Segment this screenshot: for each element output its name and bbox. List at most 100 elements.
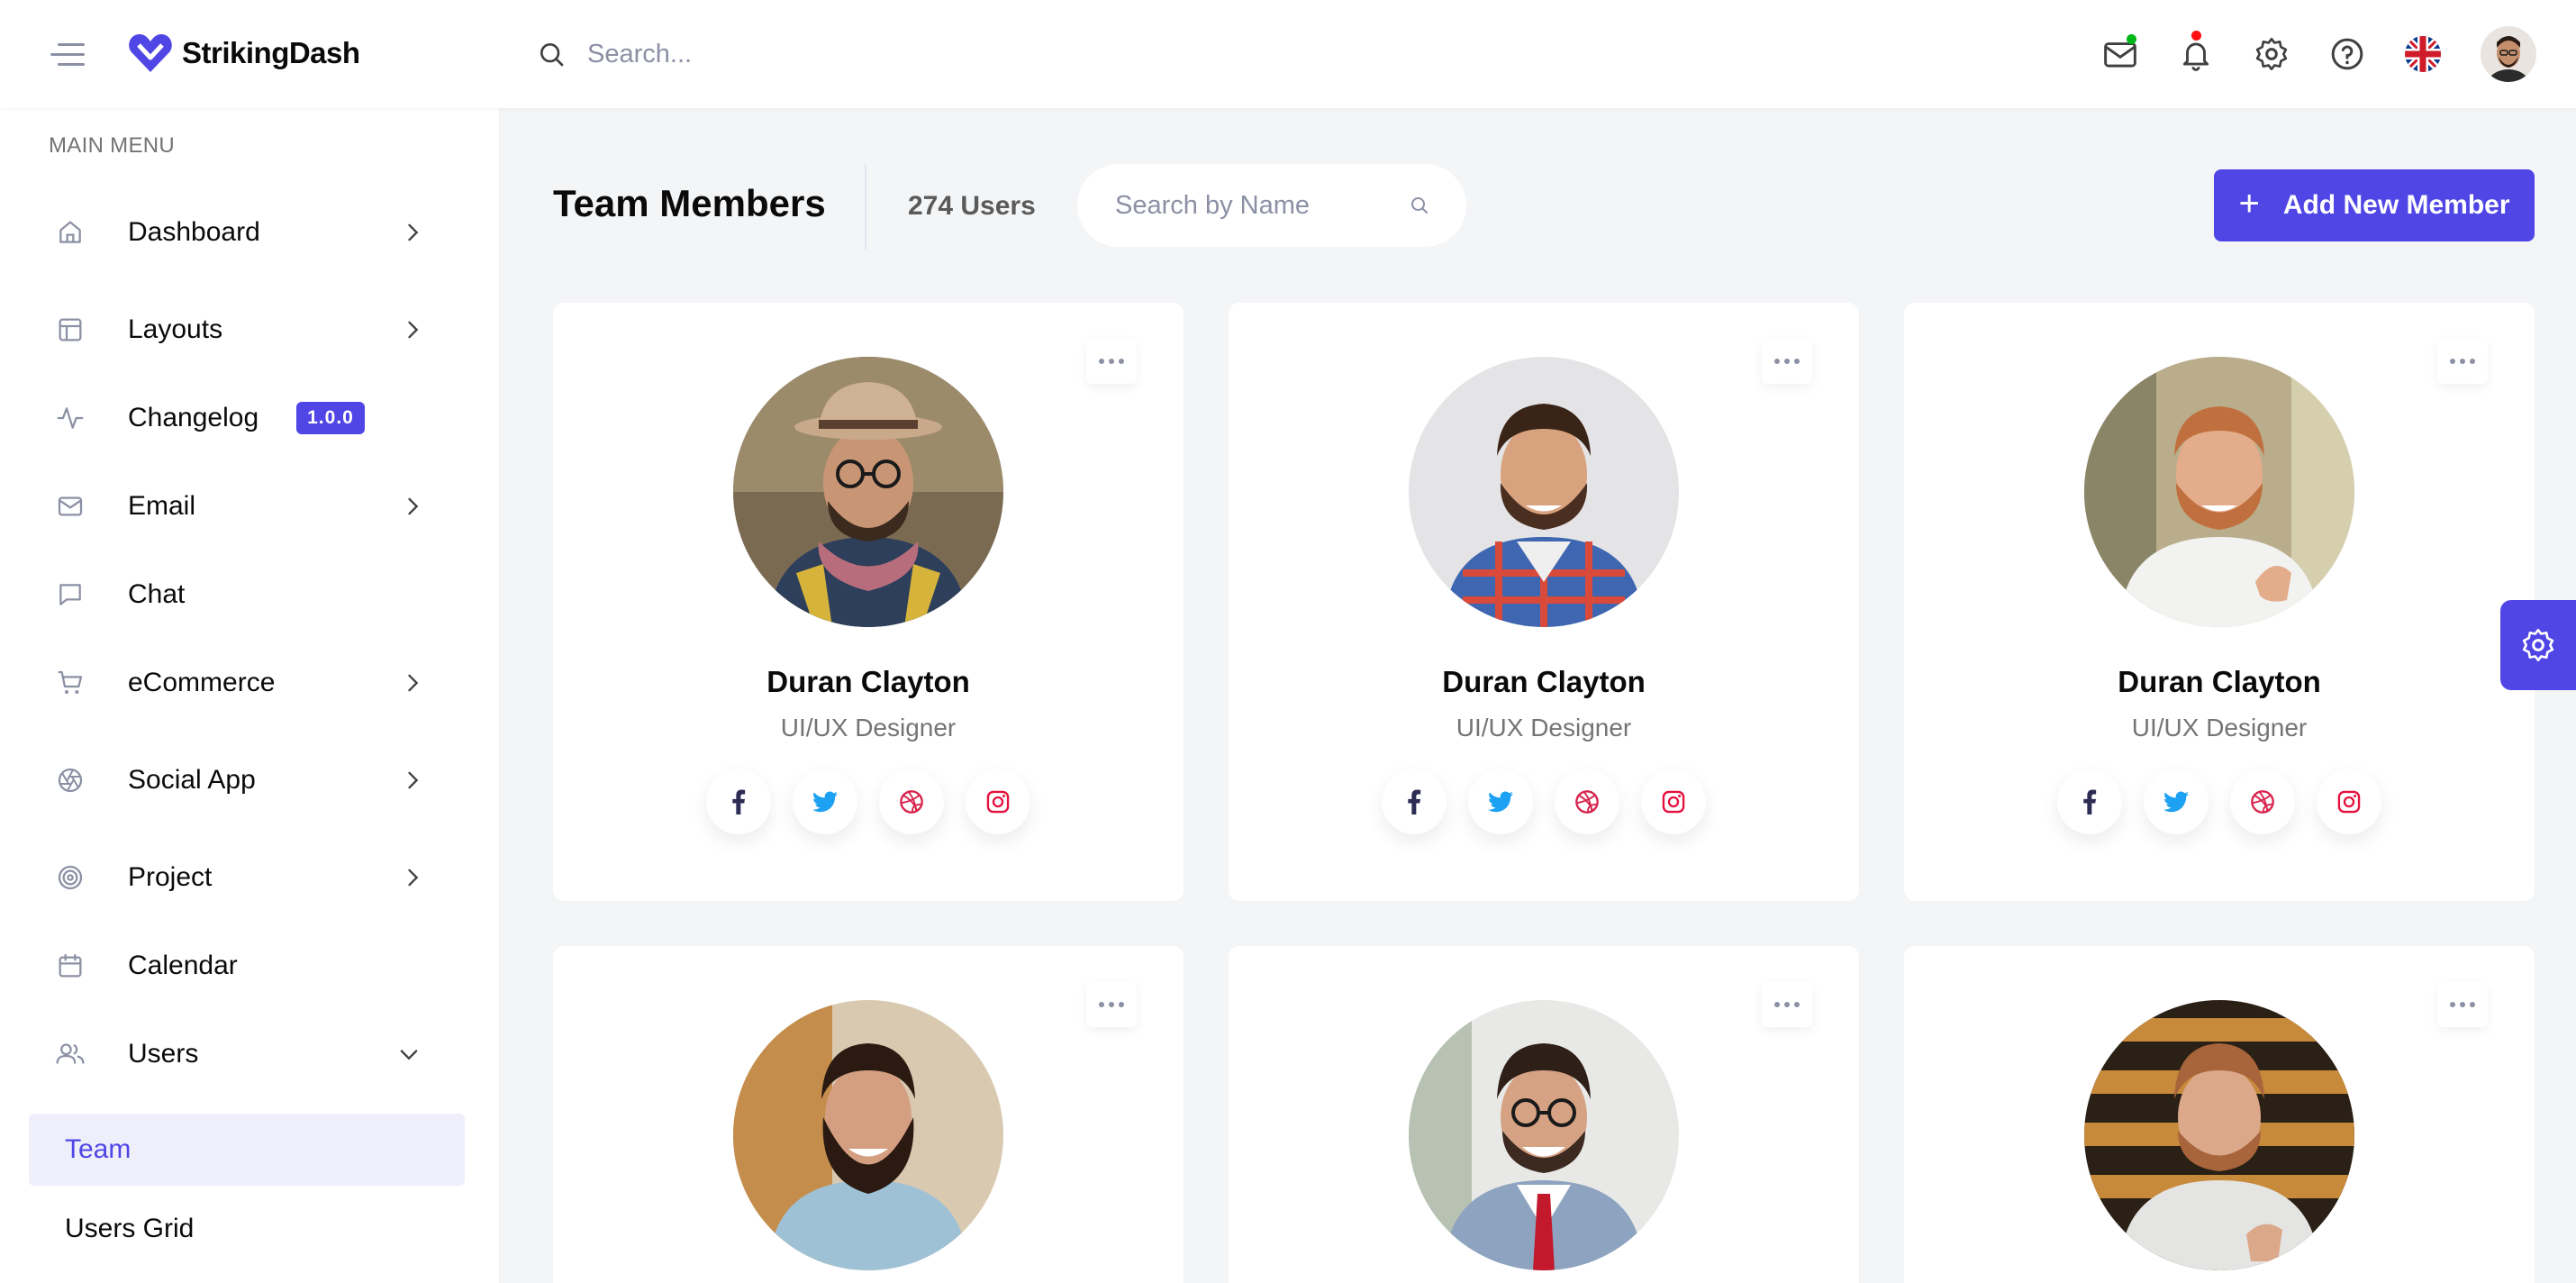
- member-role: UI/UX Designer: [2131, 714, 2308, 742]
- sidebar-item-ecommerce[interactable]: eCommerce: [29, 643, 465, 723]
- add-new-member-label: Add New Member: [2282, 190, 2510, 220]
- sidebar-item-label: Project: [128, 862, 213, 892]
- member-role: UI/UX Designer: [1456, 714, 1632, 742]
- user-avatar[interactable]: [2481, 26, 2536, 82]
- facebook-icon[interactable]: [706, 769, 771, 834]
- sidebar-item-changelog[interactable]: Changelog 1.0.0: [29, 378, 465, 458]
- name-search-input[interactable]: [1115, 190, 1394, 221]
- chevron-right-icon: [400, 768, 425, 797]
- app-logo[interactable]: StrikingDash: [128, 29, 360, 77]
- instagram-icon[interactable]: [2317, 769, 2381, 834]
- search-icon: [1409, 195, 1430, 221]
- member-photo: [1409, 357, 1679, 627]
- users-icon: [52, 1036, 88, 1072]
- sidebar-item-label: eCommerce: [128, 668, 276, 697]
- app-name: StrikingDash: [182, 36, 360, 69]
- language-button[interactable]: [2385, 18, 2461, 90]
- more-options-button[interactable]: [2437, 339, 2488, 384]
- settings-icon: [2522, 629, 2554, 661]
- plus-icon: +: [2238, 184, 2260, 223]
- member-role: UI/UX Designer: [780, 714, 957, 742]
- menu-toggle-icon[interactable]: [50, 40, 85, 68]
- chevron-down-icon: [396, 1042, 422, 1071]
- instagram-icon[interactable]: [1641, 769, 1706, 834]
- sidebar-item-label: Calendar: [128, 951, 238, 980]
- add-new-member-button[interactable]: + Add New Member: [2214, 169, 2535, 241]
- logo-heart-icon: [129, 34, 172, 72]
- sidebar-item-label: Email: [128, 491, 196, 521]
- member-card: [553, 946, 1184, 1283]
- more-options-button[interactable]: [1086, 982, 1137, 1027]
- sidebar-subitem-users-grid[interactable]: Users Grid: [29, 1193, 465, 1265]
- mail-notification-dot: [2127, 34, 2136, 44]
- notification-button[interactable]: [2158, 18, 2234, 90]
- sidebar-subitem-team[interactable]: Team: [29, 1114, 465, 1186]
- member-card: [1904, 946, 2535, 1283]
- member-photo: [733, 357, 1003, 627]
- target-icon: [52, 860, 88, 896]
- version-badge: 1.0.0: [296, 402, 365, 434]
- sidebar: MAIN MENU Dashboard Layouts Changelog 1.…: [0, 108, 499, 1283]
- sidebar-item-label: Layouts: [128, 314, 223, 344]
- twitter-icon[interactable]: [1468, 769, 1533, 834]
- layout-icon: [52, 312, 88, 348]
- instagram-icon[interactable]: [966, 769, 1030, 834]
- more-options-button[interactable]: [2437, 982, 2488, 1027]
- sidebar-item-label: Users: [128, 1039, 199, 1069]
- twitter-icon[interactable]: [2144, 769, 2209, 834]
- more-options-button[interactable]: [1086, 339, 1137, 384]
- member-card: Duran Clayton UI/UX Designer: [1229, 303, 1859, 901]
- home-icon: [52, 214, 88, 250]
- global-search-input[interactable]: [587, 39, 1056, 69]
- sidebar-item-calendar[interactable]: Calendar: [29, 926, 465, 1005]
- sidebar-item-users[interactable]: Users: [29, 1015, 465, 1094]
- member-name: Duran Clayton: [1442, 665, 1646, 698]
- bell-notification-dot: [2191, 31, 2201, 41]
- sidebar-item-layouts[interactable]: Layouts: [29, 290, 465, 369]
- twitter-icon[interactable]: [793, 769, 857, 834]
- member-card: [1229, 946, 1859, 1283]
- member-name: Duran Clayton: [2118, 665, 2321, 698]
- mail-icon: [52, 488, 88, 524]
- facebook-icon[interactable]: [1382, 769, 1447, 834]
- help-icon: [2331, 38, 2363, 70]
- top-icons: [2082, 18, 2536, 90]
- bell-icon: [2182, 42, 2209, 71]
- user-count: 274 Users: [908, 191, 1036, 221]
- sidebar-item-dashboard[interactable]: Dashboard: [29, 193, 465, 272]
- sidebar-item-label: Dashboard: [128, 217, 260, 247]
- global-search[interactable]: [537, 31, 1077, 77]
- customizer-toggle-button[interactable]: [2500, 600, 2576, 690]
- chevron-right-icon: [400, 494, 425, 523]
- dribbble-icon[interactable]: [1555, 769, 1619, 834]
- facebook-icon[interactable]: [2057, 769, 2122, 834]
- main-menu-heading: MAIN MENU: [49, 133, 176, 158]
- social-links: [1229, 769, 1859, 834]
- name-search[interactable]: [1077, 164, 1466, 247]
- more-options-button[interactable]: [1762, 339, 1812, 384]
- more-options-button[interactable]: [1762, 982, 1812, 1027]
- page-title: Team Members: [553, 182, 826, 224]
- sidebar-item-social-app[interactable]: Social App: [29, 741, 465, 820]
- help-button[interactable]: [2309, 18, 2385, 90]
- header-divider: [865, 164, 866, 250]
- top-bar: StrikingDash: [0, 0, 2576, 108]
- sidebar-item-email[interactable]: Email: [29, 467, 465, 546]
- member-name: Duran Clayton: [766, 665, 970, 698]
- sidebar-item-chat[interactable]: Chat: [29, 555, 465, 634]
- uk-flag-icon: [2405, 36, 2441, 72]
- aperture-icon: [52, 762, 88, 798]
- member-photo: [733, 1000, 1003, 1270]
- sidebar-item-project[interactable]: Project: [29, 838, 465, 917]
- settings-button[interactable]: [2234, 18, 2309, 90]
- chevron-right-icon: [400, 220, 425, 250]
- chevron-right-icon: [400, 865, 425, 895]
- app-frame: StrikingDash Search... MAIN MENU Dashboa…: [0, 0, 2576, 1283]
- sidebar-item-label: Chat: [128, 579, 186, 609]
- dribbble-icon[interactable]: [879, 769, 944, 834]
- dribbble-icon[interactable]: [2230, 769, 2295, 834]
- member-photo: [1409, 1000, 1679, 1270]
- member-photo: [2084, 357, 2354, 627]
- settings-icon: [2255, 38, 2288, 70]
- mail-button[interactable]: [2082, 18, 2158, 90]
